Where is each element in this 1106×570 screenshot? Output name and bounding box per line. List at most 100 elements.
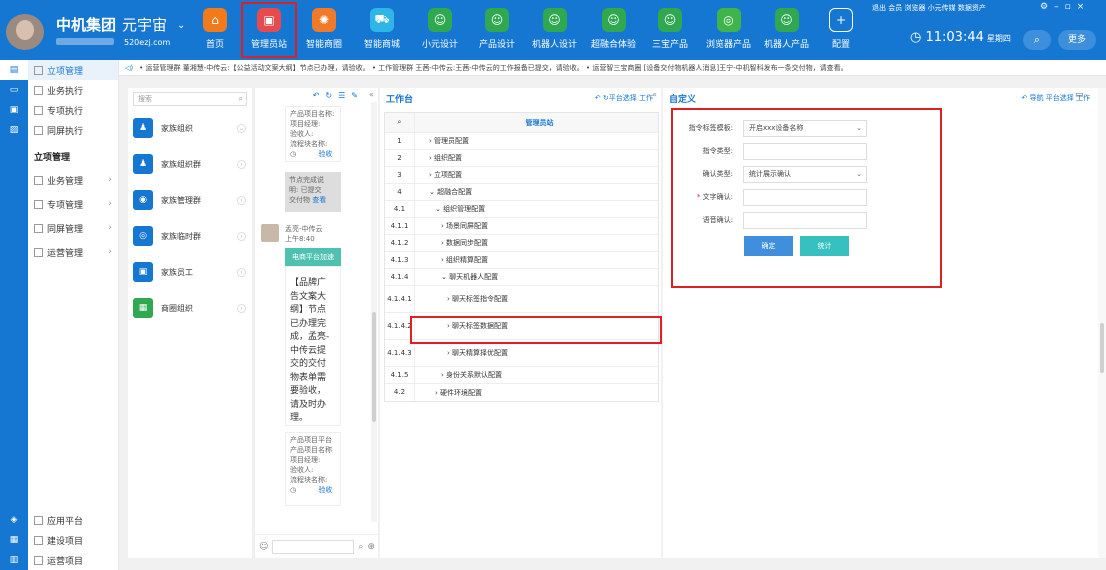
top-links[interactable]: 退出 会员 浏览器 小元传媒 数据资产	[872, 3, 986, 13]
nav-product-design[interactable]: ☺ 产品设计	[479, 6, 515, 56]
collapse-icon[interactable]: «	[652, 90, 657, 99]
plus-icon[interactable]: ⊕	[367, 542, 375, 552]
nav-sanbao[interactable]: ☺ 三宝产品	[652, 6, 688, 56]
chevron-right-icon[interactable]: ›	[237, 195, 246, 205]
maximize-icon[interactable]: ▭	[1075, 90, 1084, 100]
voice-confirm-input[interactable]	[743, 212, 867, 229]
window-controls[interactable]: ⚙–▫×	[1040, 2, 1090, 12]
tree-row[interactable]: 4.1.1 › 场景同屏配置	[385, 218, 658, 235]
leftnav-submenu[interactable]: 运营管理 ›	[28, 242, 118, 262]
nav-admin[interactable]: ▣ 管理员站	[241, 2, 297, 58]
nav-hyperfusion[interactable]: ☺ 超融合体验	[591, 6, 636, 56]
leftnav-item[interactable]: 同屏执行	[28, 120, 118, 140]
command-type-input[interactable]	[743, 143, 867, 160]
org-item[interactable]: ♟ 家族组织 ⌄	[128, 110, 252, 146]
leftnav-submenu[interactable]: 业务管理 ›	[28, 170, 118, 190]
page-scrollbar[interactable]	[1098, 88, 1106, 558]
leftnav-item[interactable]: 运营项目	[28, 550, 119, 570]
nav-config[interactable]: + 配置	[829, 6, 853, 56]
tree-row[interactable]: 4.2 › 硬件环境配置	[385, 384, 658, 401]
chat-input[interactable]	[272, 539, 355, 554]
leftnav-submenu[interactable]: 专项管理 ›	[28, 194, 118, 214]
template-select[interactable]: 开启xxx设备名称 ⌄	[743, 120, 867, 137]
chat-panel: ↶ ↻ ☰ ✎ « 产品项目名称: 项目经理: 验收人: 流程块名称: ◷ 验收 节点…	[254, 88, 379, 558]
org-label: 家族员工	[161, 267, 193, 277]
tree-row[interactable]: 4 ⌄ 超融合配置	[385, 184, 658, 201]
notification-marquee[interactable]: ◁) • 运营管理群 董湘慧-中传云:【公益活动文案大纲】节点已办理，请验收。 •…	[119, 60, 1106, 76]
sender-info: 孟亮-中传云 上午8:40	[285, 224, 323, 244]
accept-link[interactable]: 验收	[318, 486, 332, 494]
settings-icon[interactable]: ⚙	[1040, 2, 1054, 12]
image-icon[interactable]: ▨	[0, 120, 28, 140]
text-confirm-input[interactable]	[743, 189, 867, 206]
more-button[interactable]: 更多	[1058, 30, 1096, 50]
chevron-down-icon[interactable]: ⌄	[177, 20, 185, 31]
monitor-icon[interactable]: ▭	[0, 80, 28, 100]
search-button[interactable]: ⌕	[1023, 30, 1051, 50]
tree-row[interactable]: 4.1.3 › 组织精算配置	[385, 252, 658, 269]
tree-row[interactable]: 4.1.5 › 身份关系默认配置	[385, 367, 658, 384]
stats-button[interactable]: 统计	[800, 236, 849, 256]
nav-xiaoyuan-design[interactable]: ☺ 小元设计	[422, 6, 458, 56]
sender-avatar[interactable]	[261, 224, 279, 242]
edit-icon[interactable]: ✎	[351, 88, 358, 104]
accept-link[interactable]: 验收	[318, 150, 332, 158]
close-icon[interactable]: ×	[1077, 2, 1091, 12]
view-link[interactable]: 查看	[312, 196, 326, 204]
chevron-right-icon[interactable]: ›	[237, 159, 246, 169]
cube-icon[interactable]: ◈	[0, 510, 28, 530]
leftnav-item[interactable]: 应用平台	[28, 510, 119, 530]
chevron-right-icon[interactable]: ›	[237, 231, 246, 241]
emoji-icon[interactable]: ☺	[259, 542, 268, 552]
avatar[interactable]	[6, 14, 44, 50]
tree-row[interactable]: 4.1.2 › 数据同步配置	[385, 235, 658, 252]
list-icon[interactable]: ☰	[338, 88, 345, 104]
tree-row[interactable]: 4.1.4.1 › 聊天标签指令配置	[385, 286, 658, 313]
message-bubble: 产品项目平台 产品项目名称 项目经理: 验收人: 流程块名称: ◷ 验收	[285, 432, 341, 506]
panel-tools[interactable]: ↶ ↻平台选择 工作	[595, 93, 653, 103]
chevron-right-icon[interactable]: ›	[237, 267, 246, 277]
org-item[interactable]: ▦ 商圈组织 ›	[128, 290, 252, 326]
leftnav-submenu[interactable]: 同屏管理 ›	[28, 218, 118, 238]
org-item[interactable]: ♟ 家族组织群 ›	[128, 146, 252, 182]
leftnav-item[interactable]: 专项执行	[28, 100, 118, 120]
search-input[interactable]: 搜索 ⌕	[133, 92, 247, 106]
nav-smart-circle[interactable]: ✺ 智能商圈	[306, 6, 342, 56]
nav-robot-product[interactable]: ☺ 机器人产品	[764, 6, 809, 56]
doc-icon[interactable]: ▥	[0, 550, 28, 570]
tree-row[interactable]: 4.1 ⌄ 组织管理配置	[385, 201, 658, 218]
tree-row[interactable]: 4.1.4.3 › 聊天精算择优配置	[385, 340, 658, 367]
chevron-right-icon[interactable]: ›	[237, 303, 246, 313]
chat-scrollbar[interactable]	[371, 102, 377, 522]
tree-row[interactable]: 4.1.4.2 › 聊天标签数据配置	[385, 313, 658, 340]
leftnav-item[interactable]: 立项管理	[28, 60, 118, 80]
confirm-type-select[interactable]: 统计展示确认 ⌄	[743, 166, 867, 183]
refresh-icon[interactable]: ↻	[325, 88, 332, 104]
tree-row[interactable]: 3 › 立项配置	[385, 167, 658, 184]
leftnav-item[interactable]: 业务执行	[28, 80, 118, 100]
leftnav-item[interactable]: 建设项目	[28, 530, 119, 550]
confirm-button[interactable]: 确定	[744, 236, 793, 256]
minimize-icon[interactable]: –	[1054, 2, 1065, 12]
chevron-down-icon[interactable]: ⌄	[237, 123, 246, 133]
search-icon[interactable]: ⌕	[358, 542, 363, 552]
org-item[interactable]: ▣ 家族员工 ›	[128, 254, 252, 290]
org-item[interactable]: ◉ 家族管理群 ›	[128, 182, 252, 218]
universe-title[interactable]: 元宇宙	[122, 14, 167, 35]
tree-row[interactable]: 1 › 管理员配置	[385, 133, 658, 150]
nav-browser[interactable]: ◎ 浏览器产品	[706, 6, 751, 56]
org-item[interactable]: ◎ 家族临时群 ›	[128, 218, 252, 254]
card-title[interactable]: 电商平台加速	[285, 248, 341, 266]
briefcase-icon[interactable]: ▤	[0, 60, 28, 80]
tree-row[interactable]: 4.1.4 ⌄ 聊天机器人配置	[385, 269, 658, 286]
nav-home[interactable]: ⌂ 首页	[203, 6, 227, 56]
collapse-icon[interactable]: «	[369, 90, 374, 99]
card-icon[interactable]: ▣	[0, 100, 28, 120]
search-icon[interactable]: ⌕	[385, 113, 415, 132]
nav-robot-design[interactable]: ☺ 机器人设计	[532, 6, 577, 56]
nav-smart-mall[interactable]: ⛟ 智能商城	[364, 6, 400, 56]
back-icon[interactable]: ↶	[313, 88, 320, 104]
box-icon[interactable]: ▦	[0, 530, 28, 550]
restore-icon[interactable]: ▫	[1065, 2, 1077, 12]
tree-row[interactable]: 2 › 组织配置	[385, 150, 658, 167]
